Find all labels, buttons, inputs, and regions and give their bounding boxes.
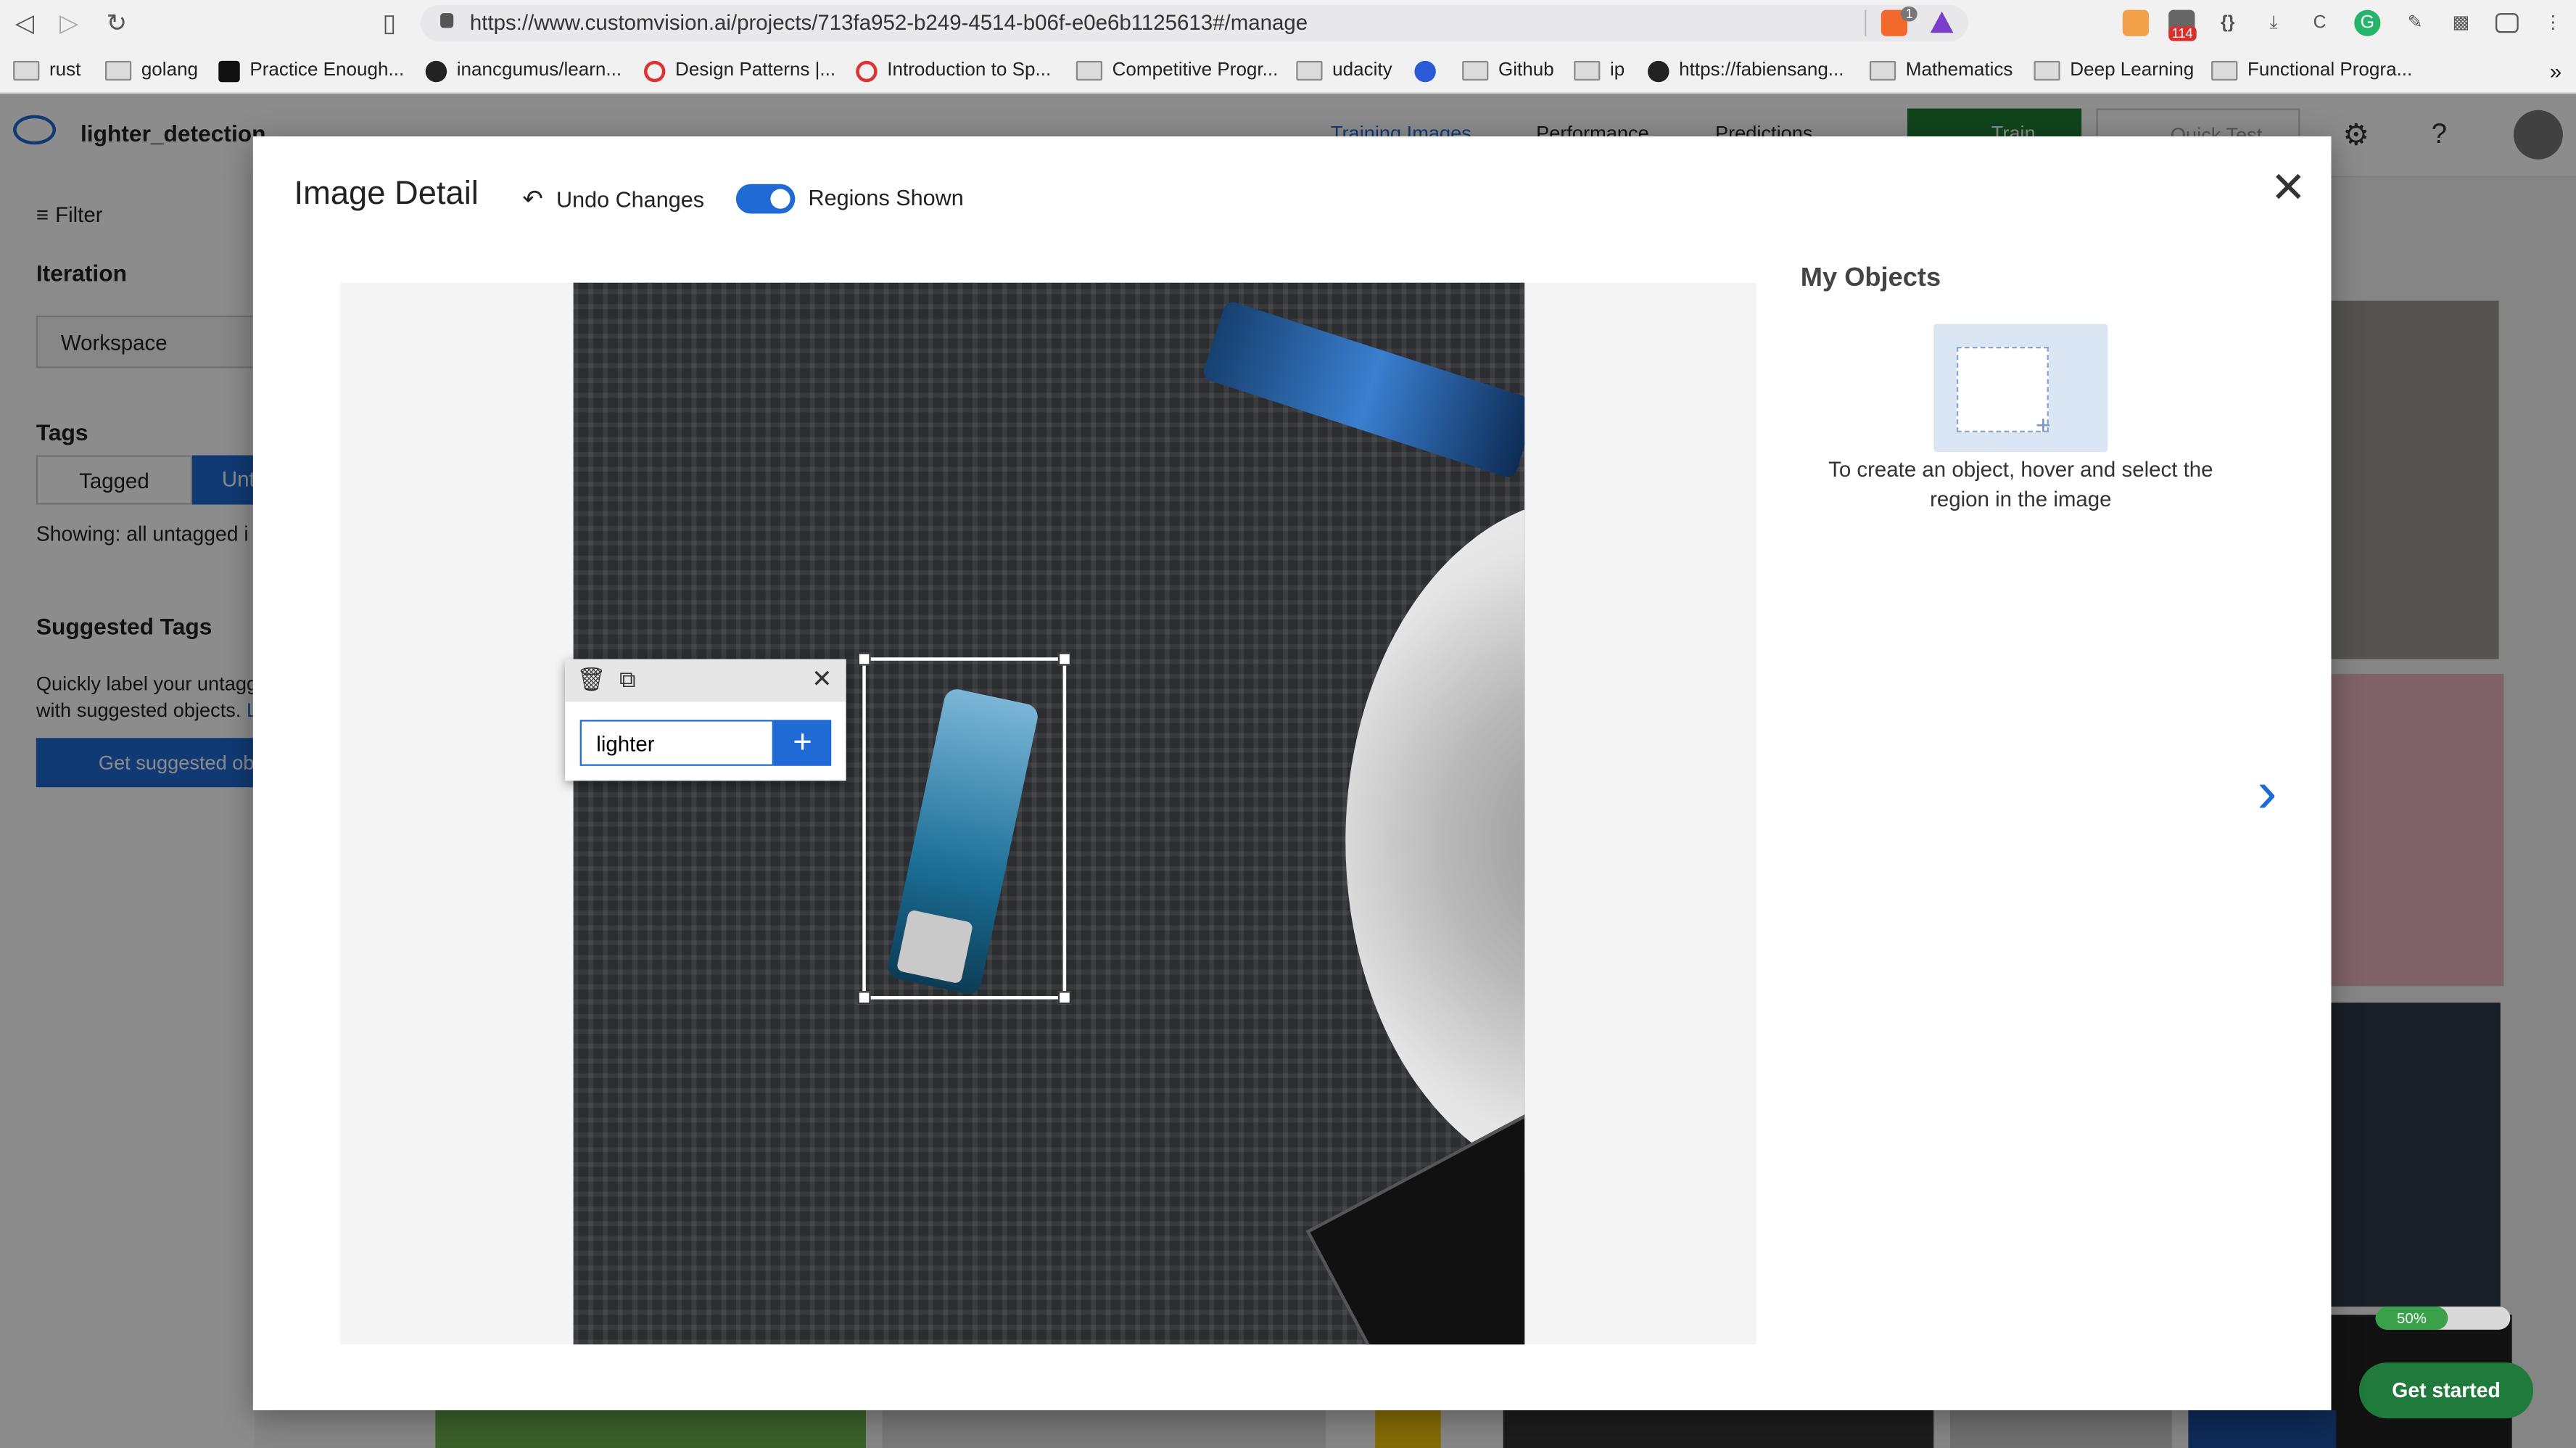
folder-icon xyxy=(2211,60,2238,81)
bookmark-competitive[interactable]: Competitive Progr... xyxy=(1076,56,1278,86)
ashtray xyxy=(1345,496,1525,1187)
bookmark-ip[interactable]: ip xyxy=(1574,56,1625,86)
resize-handle-tl[interactable] xyxy=(857,652,871,666)
next-image-chevron-icon[interactable]: › xyxy=(2258,757,2277,826)
region-box[interactable] xyxy=(857,652,1071,1005)
bookmark-inancgumus[interactable]: inancgumus/learn... xyxy=(425,56,622,86)
bookmark-deep-learning[interactable]: Deep Learning xyxy=(2034,56,2194,86)
tag-popup: 🗑 ⧉ ✕ + xyxy=(565,659,846,781)
undo-icon: ↶ xyxy=(522,186,543,214)
grammarly-icon[interactable]: G xyxy=(2354,9,2381,36)
folder-icon xyxy=(2034,60,2060,81)
close-popup-icon[interactable]: ✕ xyxy=(812,664,832,694)
region-illustration: + xyxy=(1933,324,2108,453)
modal-title: Image Detail xyxy=(294,176,479,213)
get-started-button[interactable]: Get started xyxy=(2358,1362,2534,1419)
copy-region-icon[interactable]: ⧉ xyxy=(619,666,636,694)
folder-icon xyxy=(1076,60,1103,81)
bookmark-introduction[interactable]: Introduction to Sp... xyxy=(856,56,1051,86)
crosshair-icon: + xyxy=(2035,412,2051,441)
folder-icon xyxy=(1462,60,1489,81)
wallet-icon[interactable] xyxy=(2496,13,2519,33)
url-divider xyxy=(1865,9,1867,36)
regions-shown-label: Regions Shown xyxy=(808,186,964,210)
bookmark-rust[interactable]: rust xyxy=(13,56,80,86)
folder-icon xyxy=(104,60,132,81)
folder-icon xyxy=(1869,60,1896,81)
image-detail-modal: Image Detail ↶ Undo Changes Regions Show… xyxy=(252,136,2332,1410)
bookmark-mathematics[interactable]: Mathematics xyxy=(1869,56,2012,86)
bookmark-site[interactable] xyxy=(1414,56,1445,86)
tag-name-input[interactable] xyxy=(579,720,774,766)
add-tag-button[interactable]: + xyxy=(773,720,832,766)
folder-icon xyxy=(1574,60,1601,81)
resize-handle-br[interactable] xyxy=(1057,991,1071,1005)
bookmark-github[interactable]: Github xyxy=(1462,56,1554,86)
tag-popup-toolbar xyxy=(565,659,846,702)
bookmark-practice-enough[interactable]: Practice Enough... xyxy=(218,56,404,86)
bookmark-udacity[interactable]: udacity xyxy=(1296,56,1392,86)
puzzle-extensions-icon[interactable]: ▩ xyxy=(2448,10,2474,36)
bookmark-functional[interactable]: Functional Progra... xyxy=(2211,56,2412,86)
my-objects-hint: To create an object, hover and select th… xyxy=(1828,456,2213,511)
reload-icon[interactable]: ↻ xyxy=(100,10,133,40)
json-braces-icon[interactable]: {} xyxy=(2215,10,2241,36)
progress-badge: 50% xyxy=(2375,1307,2448,1330)
folder-icon xyxy=(1296,60,1323,81)
github-icon xyxy=(1648,59,1669,82)
site-icon xyxy=(218,59,240,82)
site-icon xyxy=(856,59,878,82)
rewards-icon[interactable] xyxy=(1930,11,1954,33)
resize-handle-bl[interactable] xyxy=(857,991,871,1005)
extension-c-icon[interactable]: C xyxy=(2306,10,2332,36)
dark-card xyxy=(1305,1104,1525,1345)
regions-shown-toggle[interactable] xyxy=(735,184,796,214)
bookmark-fabiensang[interactable]: https://fabiensang... xyxy=(1648,56,1844,86)
folder-icon xyxy=(13,60,40,81)
bookmark-icon[interactable]: ▯ xyxy=(373,10,405,40)
bookmarks-more[interactable]: » xyxy=(2550,56,2561,86)
menu-icon[interactable]: ⋮ xyxy=(2540,10,2566,36)
close-modal-icon[interactable]: ✕ xyxy=(2271,166,2306,209)
resize-handle-tr[interactable] xyxy=(1057,652,1071,666)
blue-lighter-top xyxy=(1201,300,1525,480)
metamask-icon[interactable] xyxy=(2122,9,2150,36)
back-icon[interactable]: ◁ xyxy=(8,10,41,40)
forward-icon[interactable]: ▷ xyxy=(52,10,85,40)
bookmark-golang[interactable]: golang xyxy=(104,56,198,86)
site-icon xyxy=(644,59,666,82)
github-icon xyxy=(425,59,447,82)
url-text: https://www.customvision.ai/projects/713… xyxy=(469,9,1308,35)
bookmark-design-patterns[interactable]: Design Patterns |... xyxy=(644,56,835,86)
lock-icon xyxy=(440,13,454,28)
download-icon[interactable]: ⤓ xyxy=(2261,10,2287,36)
eyedropper-icon[interactable]: ✎ xyxy=(2402,10,2428,36)
undo-changes-button[interactable]: ↶ Undo Changes xyxy=(522,184,704,214)
delete-region-icon[interactable]: 🗑 xyxy=(577,666,606,694)
site-icon xyxy=(1414,59,1436,82)
my-objects-heading: My Objects xyxy=(1800,264,1941,293)
notification-badge: 114 xyxy=(2168,26,2197,41)
